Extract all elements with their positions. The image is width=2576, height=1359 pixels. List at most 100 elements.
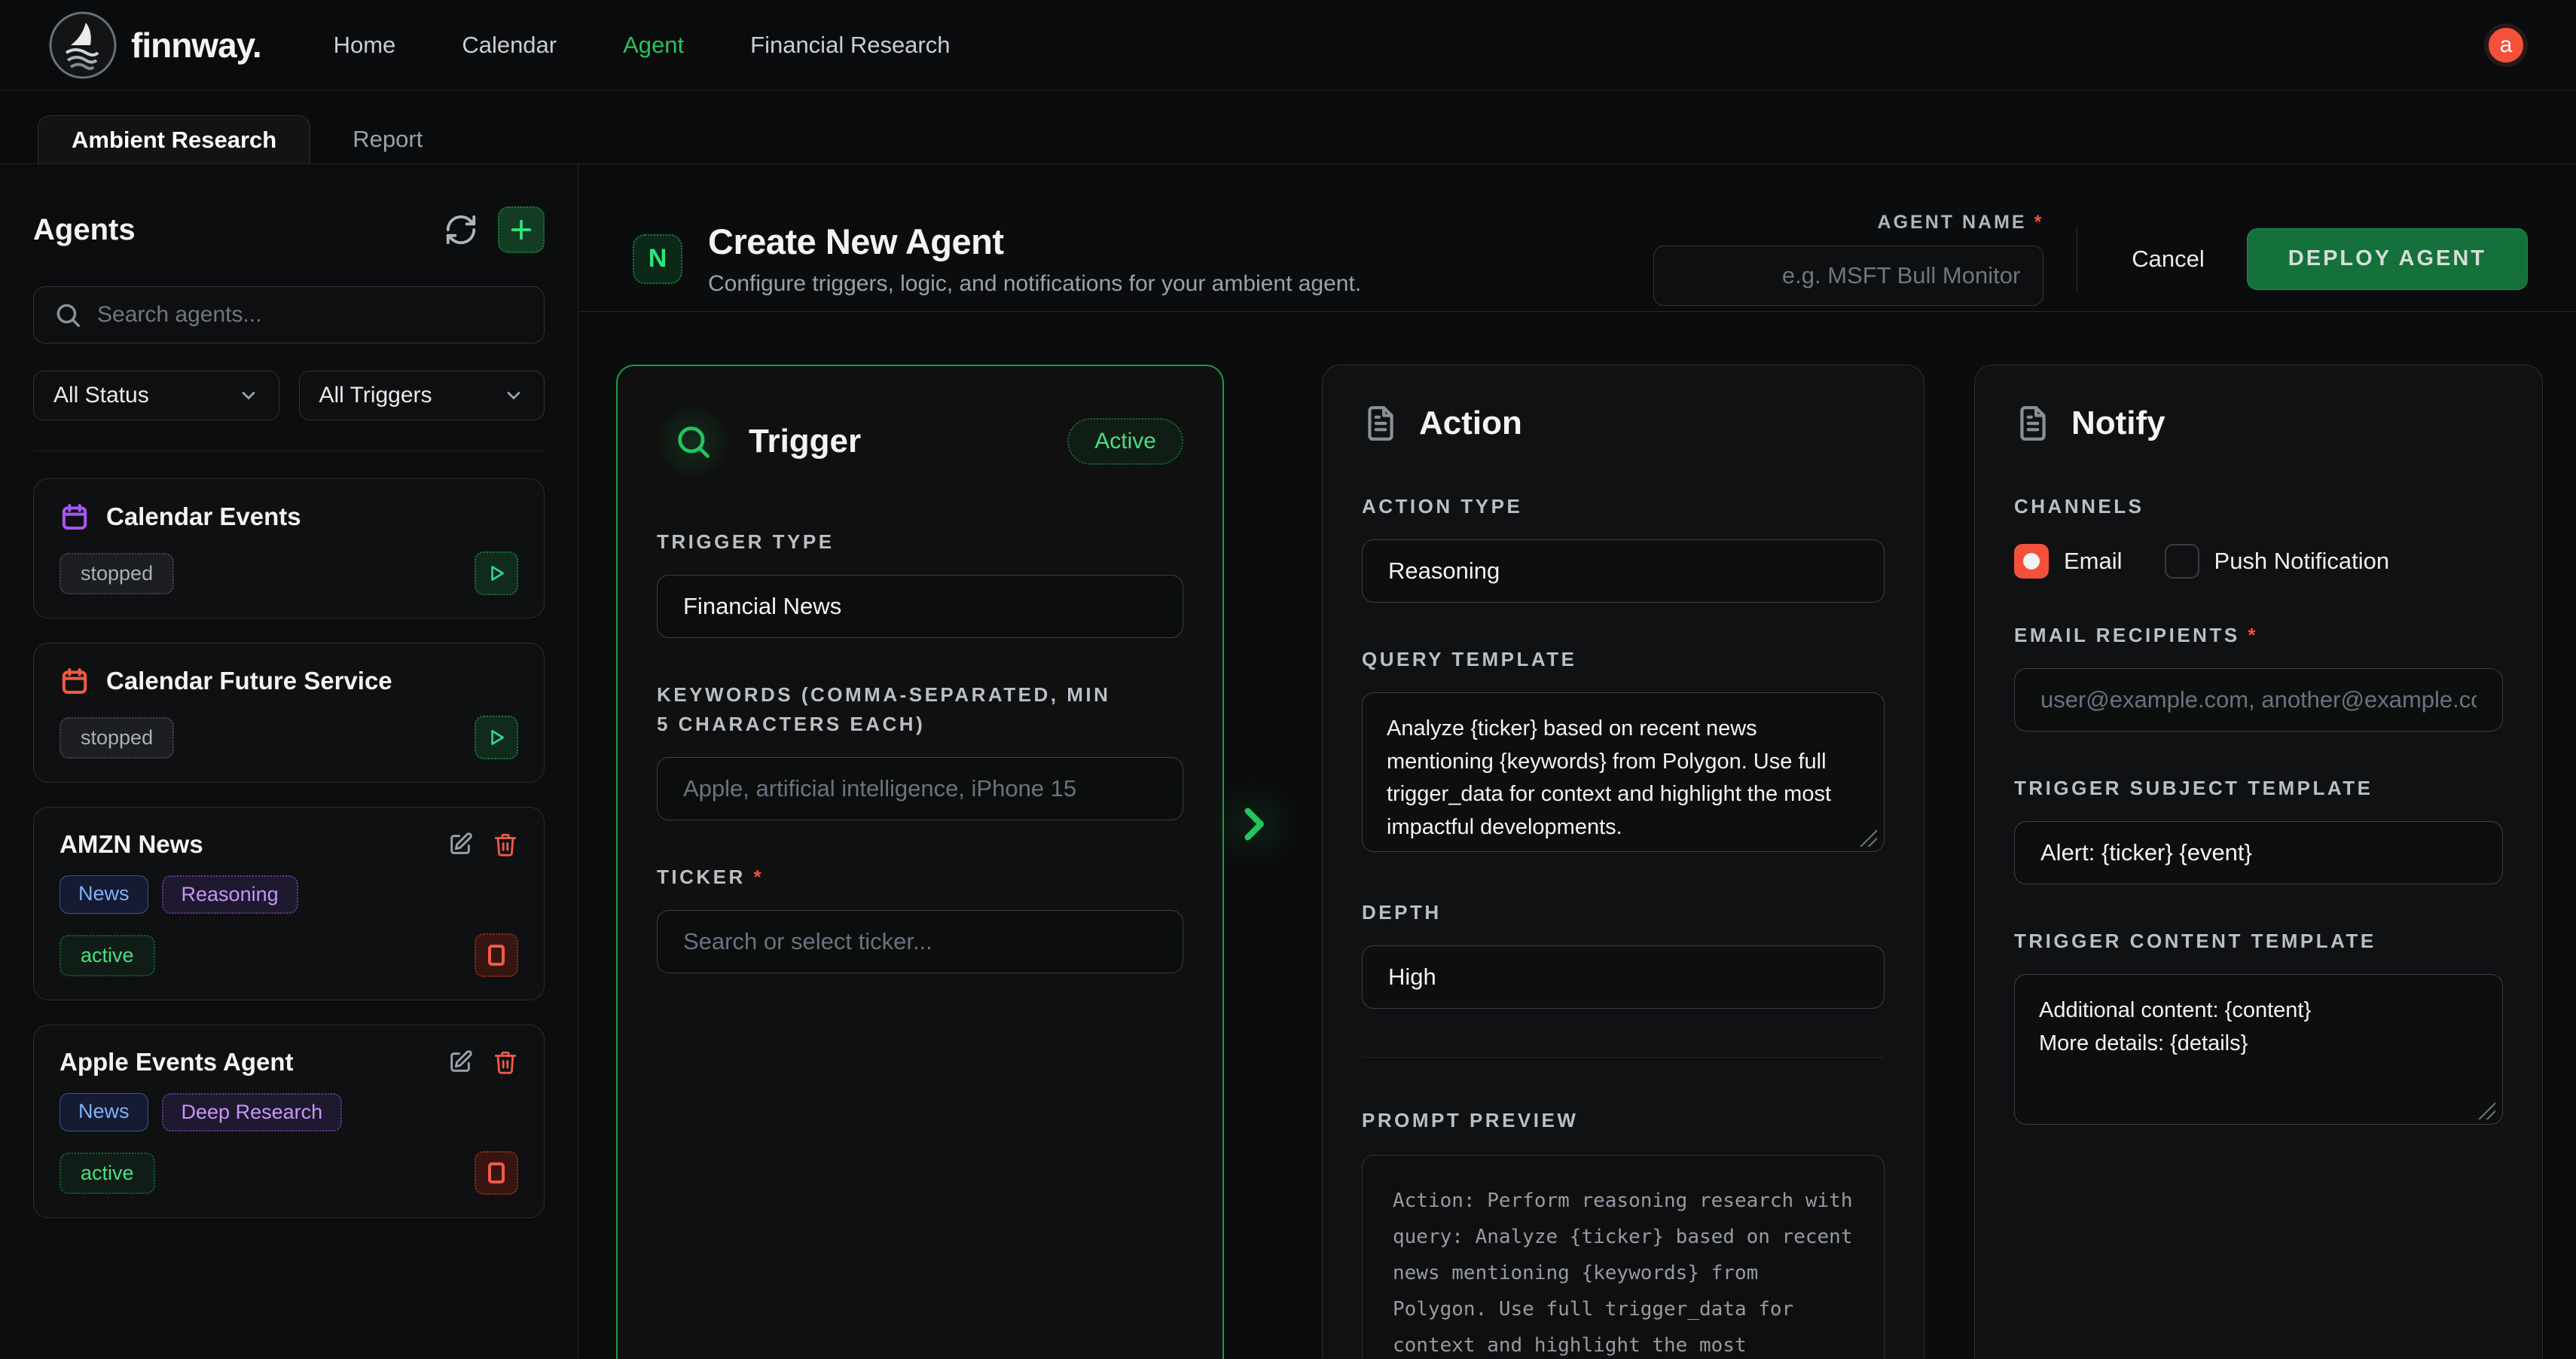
trigger-card: Trigger Active TRIGGER TYPE Financial Ne…	[616, 365, 1224, 1359]
play-icon	[487, 728, 506, 747]
depth-label: DEPTH	[1362, 898, 1885, 927]
sidebar-divider	[33, 450, 545, 451]
status-badge: active	[60, 1153, 155, 1194]
email-recipients-input[interactable]	[2014, 668, 2503, 731]
tab-report[interactable]: Report	[319, 115, 456, 163]
status-filter-select[interactable]: All Status	[33, 371, 279, 420]
agent-name-label: AGENT NAME *	[1878, 212, 2044, 234]
tag-news: News	[60, 1093, 148, 1131]
status-badge: stopped	[60, 553, 174, 594]
notify-card: Notify CHANNELS Email Push Notification …	[1974, 365, 2543, 1359]
search-icon	[53, 301, 82, 329]
action-title: Action	[1419, 405, 1522, 442]
nav-item-calendar[interactable]: Calendar	[462, 32, 557, 59]
chevron-down-icon	[238, 385, 259, 406]
refresh-icon	[444, 212, 478, 247]
nav-item-financial-research[interactable]: Financial Research	[750, 32, 950, 59]
push-notification-checkbox[interactable]	[2165, 544, 2199, 579]
edit-agent-button[interactable]	[447, 1049, 473, 1075]
stop-icon	[488, 1162, 505, 1183]
plus-icon	[508, 217, 534, 243]
stop-icon	[488, 945, 505, 966]
trigger-active-badge: Active	[1067, 418, 1183, 465]
depth-value: High	[1388, 964, 1436, 991]
keywords-input[interactable]	[657, 757, 1183, 820]
calendar-icon	[60, 666, 90, 696]
channels-label: CHANNELS	[2014, 492, 2503, 521]
user-avatar[interactable]: a	[2484, 23, 2528, 67]
email-checkbox[interactable]	[2014, 544, 2049, 579]
add-agent-button[interactable]	[498, 206, 545, 253]
agent-card-calendar-events[interactable]: Calendar Events stopped	[33, 478, 545, 618]
keywords-label: KEYWORDS (COMMA-SEPARATED, MIN 5 CHARACT…	[657, 680, 1124, 739]
stop-agent-button[interactable]	[475, 933, 518, 977]
nav-links: Home Calendar Agent Financial Research	[334, 32, 951, 59]
delete-agent-button[interactable]	[493, 1049, 518, 1075]
tab-ambient-research[interactable]: Ambient Research	[38, 115, 310, 163]
status-badge: active	[60, 935, 155, 976]
edit-icon	[447, 1049, 473, 1075]
page-title: Create New Agent	[708, 221, 1361, 262]
cancel-button[interactable]: Cancel	[2111, 231, 2226, 288]
search-icon	[673, 422, 713, 461]
tab-bar: Ambient Research Report	[0, 90, 2576, 164]
agent-name: Calendar Future Service	[106, 667, 392, 695]
agent-name: Apple Events Agent	[60, 1048, 294, 1077]
action-card: Action ACTION TYPE Reasoning QUERY TEMPL…	[1322, 365, 1924, 1359]
brand-name: finnway.	[131, 25, 261, 66]
email-recipients-label: EMAIL RECIPIENTS *	[2014, 621, 2503, 650]
start-agent-button[interactable]	[475, 716, 518, 759]
subject-template-input[interactable]	[2014, 821, 2503, 884]
status-badge: stopped	[60, 717, 174, 759]
required-asterisk: *	[2248, 624, 2258, 646]
edit-icon	[447, 832, 473, 857]
content-template-textarea[interactable]: Additional content: {content} More detai…	[2014, 974, 2503, 1125]
prompt-preview-box: Action: Perform reasoning research with …	[1362, 1155, 1885, 1359]
new-agent-badge: N	[633, 234, 682, 284]
finnway-logo-icon	[48, 11, 118, 80]
agent-card-amzn-news[interactable]: AMZN News	[33, 807, 545, 1000]
tag-deep-research: Deep Research	[162, 1093, 343, 1131]
push-checkbox-label: Push Notification	[2214, 548, 2390, 575]
refresh-agents-button[interactable]	[444, 212, 478, 247]
action-type-label: ACTION TYPE	[1362, 492, 1885, 521]
trigger-title: Trigger	[749, 423, 861, 460]
trigger-filter-value: All Triggers	[319, 383, 432, 408]
nav-item-home[interactable]: Home	[334, 32, 396, 59]
agents-title: Agents	[33, 213, 136, 247]
document-icon	[2014, 405, 2052, 442]
agent-name-input[interactable]	[1653, 246, 2043, 306]
ticker-label: TICKER *	[657, 863, 1183, 892]
create-agent-header: N Create New Agent Configure triggers, l…	[578, 164, 2576, 312]
trigger-type-value: Financial News	[683, 593, 841, 620]
trash-icon	[493, 1049, 518, 1075]
prompt-preview-label: PROMPT PREVIEW	[1362, 1106, 1885, 1135]
content-template-label: TRIGGER CONTENT TEMPLATE	[2014, 927, 2503, 956]
stop-agent-button[interactable]	[475, 1151, 518, 1195]
required-asterisk: *	[754, 866, 765, 888]
query-template-textarea[interactable]: Analyze {ticker} based on recent news me…	[1362, 692, 1885, 852]
flow-arrow-button[interactable]	[1208, 779, 1299, 869]
chevron-right-icon	[1231, 802, 1276, 847]
document-icon	[1362, 405, 1399, 442]
agent-list: Calendar Events stopped	[33, 478, 545, 1218]
action-type-select[interactable]: Reasoning	[1362, 539, 1885, 603]
action-divider	[1362, 1057, 1885, 1058]
trigger-type-select[interactable]: Financial News	[657, 575, 1183, 638]
trigger-type-label: TRIGGER TYPE	[657, 527, 1183, 557]
brand[interactable]: finnway.	[48, 11, 261, 80]
start-agent-button[interactable]	[475, 551, 518, 595]
trigger-filter-select[interactable]: All Triggers	[299, 371, 545, 420]
agent-card-calendar-future-service[interactable]: Calendar Future Service stopped	[33, 643, 545, 783]
delete-agent-button[interactable]	[493, 832, 518, 857]
ticker-input[interactable]	[657, 910, 1183, 973]
deploy-agent-button[interactable]: DEPLOY AGENT	[2247, 228, 2528, 290]
page-subtitle: Configure triggers, logic, and notificat…	[708, 271, 1361, 297]
agent-card-apple-events[interactable]: Apple Events Agent	[33, 1025, 545, 1218]
depth-select[interactable]: High	[1362, 945, 1885, 1009]
chevron-down-icon	[503, 385, 524, 406]
edit-agent-button[interactable]	[447, 832, 473, 857]
search-agents-input[interactable]	[97, 302, 524, 328]
calendar-icon	[60, 502, 90, 532]
nav-item-agent[interactable]: Agent	[623, 32, 684, 59]
